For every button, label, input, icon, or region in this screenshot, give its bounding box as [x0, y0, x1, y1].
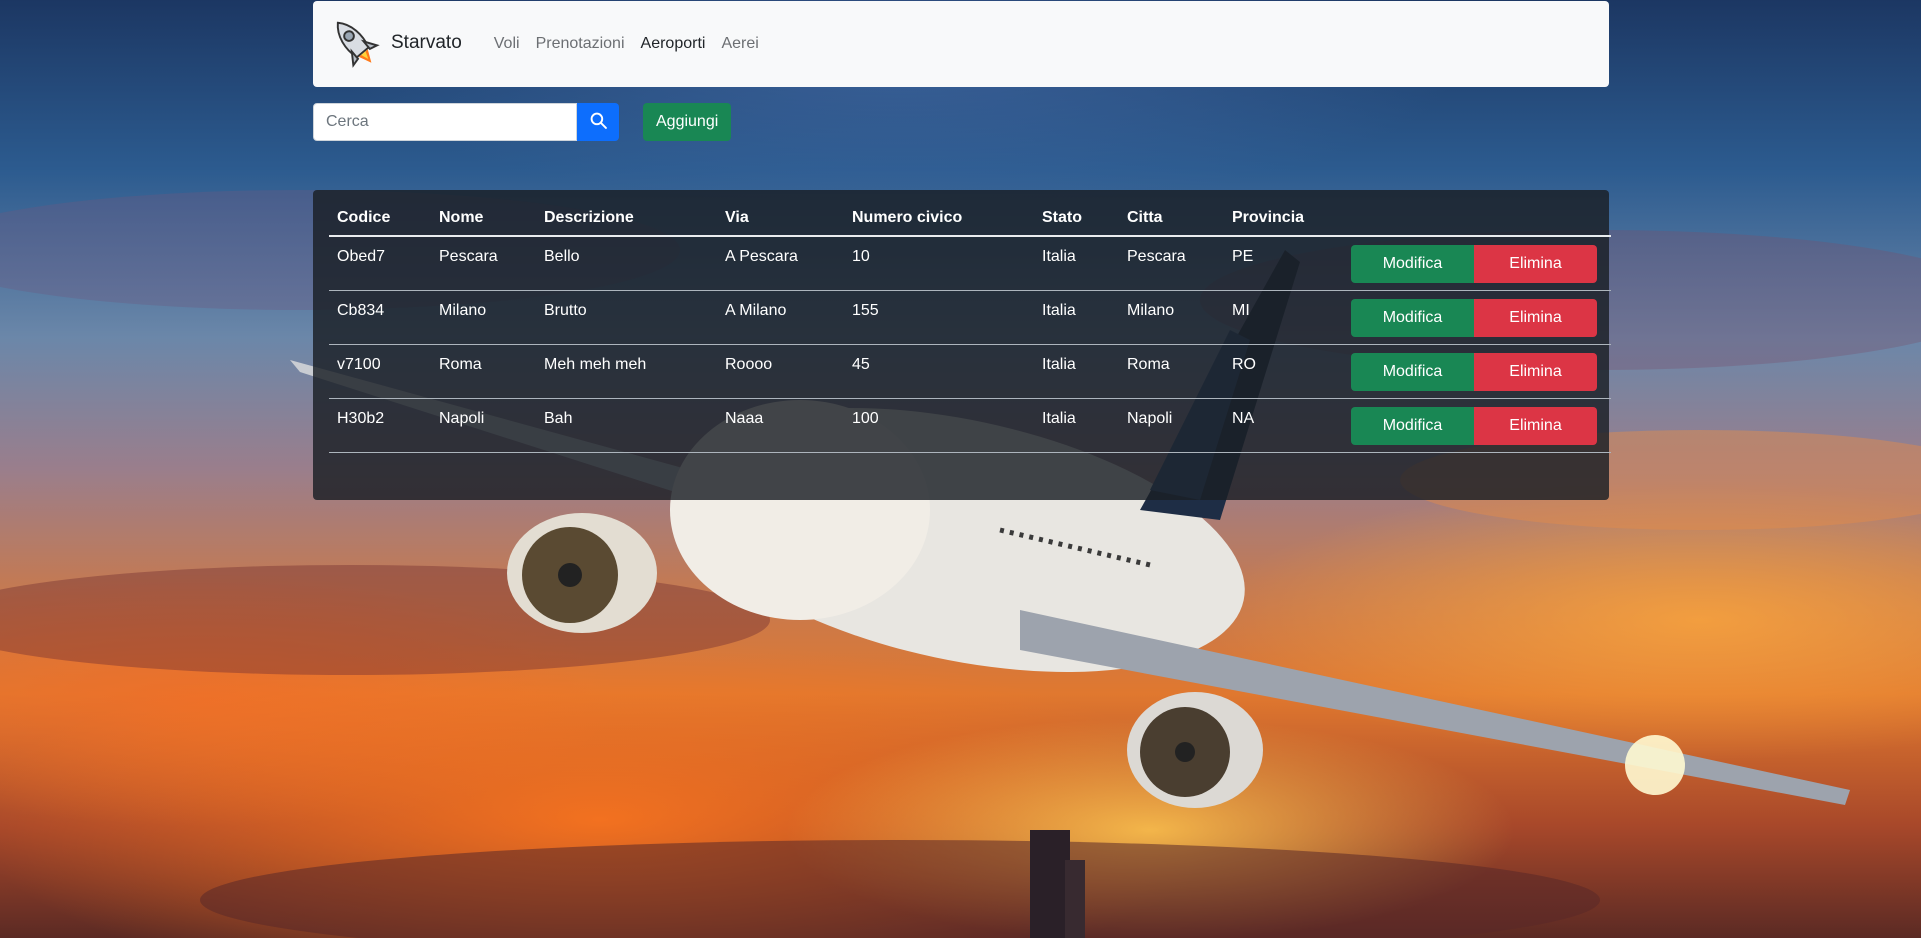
search-row: Aggiungi: [313, 103, 732, 141]
delete-button[interactable]: Elimina: [1474, 298, 1597, 337]
cell-nome: Roma: [431, 344, 536, 399]
cell-stato: Italia: [1034, 344, 1119, 399]
column-header: Numero civico: [844, 200, 1034, 237]
column-header: Provincia: [1224, 200, 1343, 237]
column-header: Codice: [329, 200, 431, 237]
cell-descrizione: Meh meh meh: [536, 344, 717, 399]
cell-codice: Cb834: [329, 290, 431, 345]
nav-links: Voli Prenotazioni Aeroporti Aerei: [486, 35, 767, 53]
navbar: Starvato Voli Prenotazioni Aeroporti Aer…: [313, 1, 1609, 87]
delete-button[interactable]: Elimina: [1474, 406, 1597, 445]
table-row: v7100 Roma Meh meh meh Roooo 45 Italia R…: [329, 344, 1611, 399]
cell-stato: Italia: [1034, 290, 1119, 345]
rocket-logo-icon: [325, 13, 383, 76]
cell-stato: Italia: [1034, 236, 1119, 291]
cell-provincia: RO: [1224, 344, 1343, 399]
nav-link-aeroporti[interactable]: Aeroporti: [633, 35, 714, 53]
cell-nome: Pescara: [431, 236, 536, 291]
cell-provincia: MI: [1224, 290, 1343, 345]
cell-provincia: NA: [1224, 398, 1343, 453]
delete-button[interactable]: Elimina: [1474, 245, 1597, 283]
cell-nome: Napoli: [431, 398, 536, 453]
cell-numero-civico: 100: [844, 398, 1034, 453]
cell-codice: H30b2: [329, 398, 431, 453]
cell-descrizione: Brutto: [536, 290, 717, 345]
cell-via: Roooo: [717, 344, 844, 399]
column-header: Via: [717, 200, 844, 237]
cell-citta: Milano: [1119, 290, 1224, 345]
cell-numero-civico: 155: [844, 290, 1034, 345]
cell-actions: Modifica Elimina: [1343, 290, 1611, 345]
cell-via: Naaa: [717, 398, 844, 453]
table-row: H30b2 Napoli Bah Naaa 100 Italia Napoli …: [329, 398, 1611, 453]
nav-link-prenotazioni[interactable]: Prenotazioni: [528, 35, 633, 53]
cell-nome: Milano: [431, 290, 536, 345]
table-header-row: Codice Nome Descrizione Via Numero civic…: [329, 200, 1611, 237]
cell-actions: Modifica Elimina: [1343, 236, 1611, 291]
cell-provincia: PE: [1224, 236, 1343, 291]
edit-button[interactable]: Modifica: [1351, 245, 1474, 283]
column-header: Descrizione: [536, 200, 717, 237]
cell-numero-civico: 10: [844, 236, 1034, 291]
nav-link-aerei[interactable]: Aerei: [713, 35, 766, 53]
cell-descrizione: Bah: [536, 398, 717, 453]
add-button[interactable]: Aggiungi: [643, 103, 732, 141]
edit-button[interactable]: Modifica: [1351, 298, 1474, 337]
table-row: Obed7 Pescara Bello A Pescara 10 Italia …: [329, 236, 1611, 291]
nav-link-voli[interactable]: Voli: [486, 35, 528, 53]
airports-table-panel: Codice Nome Descrizione Via Numero civic…: [313, 190, 1611, 500]
cell-numero-civico: 45: [844, 344, 1034, 399]
column-header-actions: [1343, 200, 1611, 237]
airports-table: Codice Nome Descrizione Via Numero civic…: [329, 200, 1611, 453]
edit-button[interactable]: Modifica: [1351, 352, 1474, 391]
brand-name: Starvato: [391, 32, 462, 53]
cell-descrizione: Bello: [536, 236, 717, 291]
search-button[interactable]: [577, 103, 619, 141]
cell-actions: Modifica Elimina: [1343, 398, 1611, 453]
cell-citta: Napoli: [1119, 398, 1224, 453]
table-row: Cb834 Milano Brutto A Milano 155 Italia …: [329, 290, 1611, 345]
search-icon: [590, 112, 607, 132]
cell-citta: Roma: [1119, 344, 1224, 399]
column-header: Citta: [1119, 200, 1224, 237]
cell-codice: v7100: [329, 344, 431, 399]
column-header: Nome: [431, 200, 536, 237]
cell-codice: Obed7: [329, 236, 431, 291]
cell-stato: Italia: [1034, 398, 1119, 453]
brand[interactable]: Starvato: [325, 13, 462, 76]
column-header: Stato: [1034, 200, 1119, 237]
search-input[interactable]: [313, 103, 577, 141]
cell-citta: Pescara: [1119, 236, 1224, 291]
cell-via: A Milano: [717, 290, 844, 345]
edit-button[interactable]: Modifica: [1351, 406, 1474, 445]
cell-actions: Modifica Elimina: [1343, 344, 1611, 399]
delete-button[interactable]: Elimina: [1474, 352, 1597, 391]
cell-via: A Pescara: [717, 236, 844, 291]
